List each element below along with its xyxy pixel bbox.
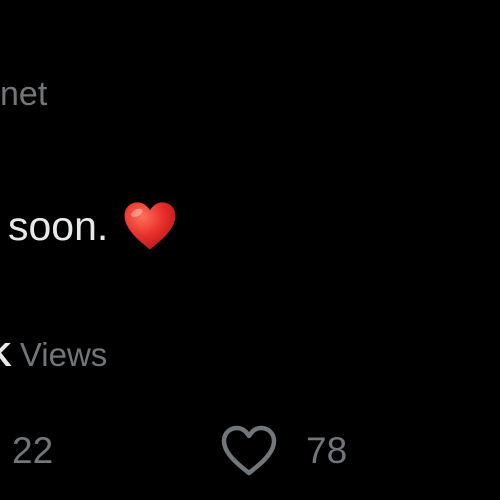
like-button[interactable]: 78 xyxy=(220,424,347,478)
tweet-body: soon. xyxy=(8,196,178,256)
reply-count: 22 xyxy=(12,430,54,471)
heart-outline-icon xyxy=(221,425,277,476)
author-handle[interactable]: net xyxy=(0,72,47,116)
red-heart-emoji-icon xyxy=(124,202,176,250)
views-label: Views xyxy=(19,336,108,373)
like-count: 78 xyxy=(306,430,348,471)
reply-button[interactable]: 22 xyxy=(12,424,53,478)
views-number: K xyxy=(0,332,12,378)
view-count[interactable]: K Views xyxy=(0,332,107,378)
tweet-text: soon. xyxy=(8,203,109,249)
